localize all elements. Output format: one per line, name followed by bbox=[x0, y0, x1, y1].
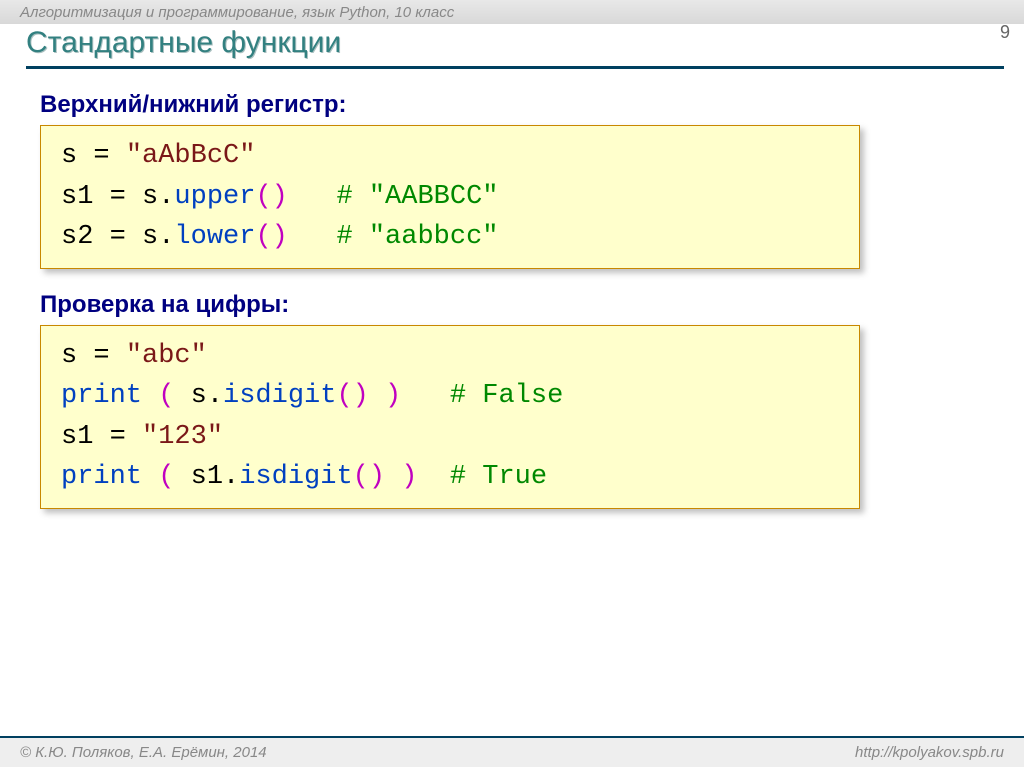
code-string: "aAbBcC" bbox=[126, 141, 256, 171]
code-paren: () bbox=[353, 462, 385, 492]
code-box-case: s = "aAbBcC" s1 = s.upper() # "AABBCC" s… bbox=[40, 125, 860, 269]
code-text: s1 = s. bbox=[61, 182, 174, 212]
code-paren: () bbox=[255, 182, 287, 212]
code-line: s2 = s.lower() # "aabbcc" bbox=[61, 217, 839, 258]
code-comment: # "aabbcc" bbox=[336, 222, 498, 252]
section-label-case: Верхний/нижний регистр: bbox=[40, 91, 994, 119]
slide-title: Стандартные функции bbox=[26, 26, 1004, 69]
code-line: print ( s.isdigit() ) # False bbox=[61, 376, 839, 417]
code-paren: ) bbox=[385, 462, 417, 492]
code-paren: () bbox=[336, 381, 368, 411]
code-comment: # False bbox=[450, 381, 563, 411]
code-print: print bbox=[61, 462, 142, 492]
slide-title-wrap: Стандартные функции bbox=[0, 24, 1024, 75]
code-print: print bbox=[61, 381, 142, 411]
code-paren: ( bbox=[142, 462, 191, 492]
code-method: isdigit bbox=[239, 462, 352, 492]
code-text: s2 = s. bbox=[61, 222, 174, 252]
content-area: Верхний/нижний регистр: s = "aAbBcC" s1 … bbox=[0, 75, 1024, 509]
footer-url: http://kpolyakov.spb.ru bbox=[855, 744, 1004, 761]
code-method: lower bbox=[174, 222, 255, 252]
code-string: "123" bbox=[142, 422, 223, 452]
footer-copyright: © К.Ю. Поляков, Е.А. Ерёмин, 2014 bbox=[20, 744, 267, 761]
code-method: isdigit bbox=[223, 381, 336, 411]
code-text: s = bbox=[61, 341, 126, 371]
footer: © К.Ю. Поляков, Е.А. Ерёмин, 2014 http:/… bbox=[0, 736, 1024, 767]
code-method: upper bbox=[174, 182, 255, 212]
code-text: s = bbox=[61, 141, 126, 171]
code-box-digits: s = "abc" print ( s.isdigit() ) # False … bbox=[40, 325, 860, 509]
code-paren: ) bbox=[369, 381, 401, 411]
slide-header: Алгоритмизация и программирование, язык … bbox=[0, 0, 1024, 24]
page-number: 9 bbox=[1000, 22, 1010, 43]
code-text bbox=[288, 222, 337, 252]
code-line: print ( s1.isdigit() ) # True bbox=[61, 457, 839, 498]
code-comment: # True bbox=[450, 462, 547, 492]
code-paren: () bbox=[255, 222, 287, 252]
section-label-digits: Проверка на цифры: bbox=[40, 291, 994, 319]
code-text: s1 = bbox=[61, 422, 142, 452]
code-string: "abc" bbox=[126, 341, 207, 371]
code-line: s = "abc" bbox=[61, 336, 839, 377]
code-text bbox=[288, 182, 337, 212]
code-line: s = "aAbBcC" bbox=[61, 136, 839, 177]
code-text: s. bbox=[191, 381, 223, 411]
course-title: Алгоритмизация и программирование, язык … bbox=[20, 4, 1004, 24]
code-comment: # "AABBCC" bbox=[336, 182, 498, 212]
code-text: s1. bbox=[191, 462, 240, 492]
code-line: s1 = "123" bbox=[61, 417, 839, 458]
code-line: s1 = s.upper() # "AABBCC" bbox=[61, 177, 839, 218]
code-paren: ( bbox=[142, 381, 191, 411]
code-text bbox=[417, 462, 449, 492]
code-text bbox=[401, 381, 450, 411]
